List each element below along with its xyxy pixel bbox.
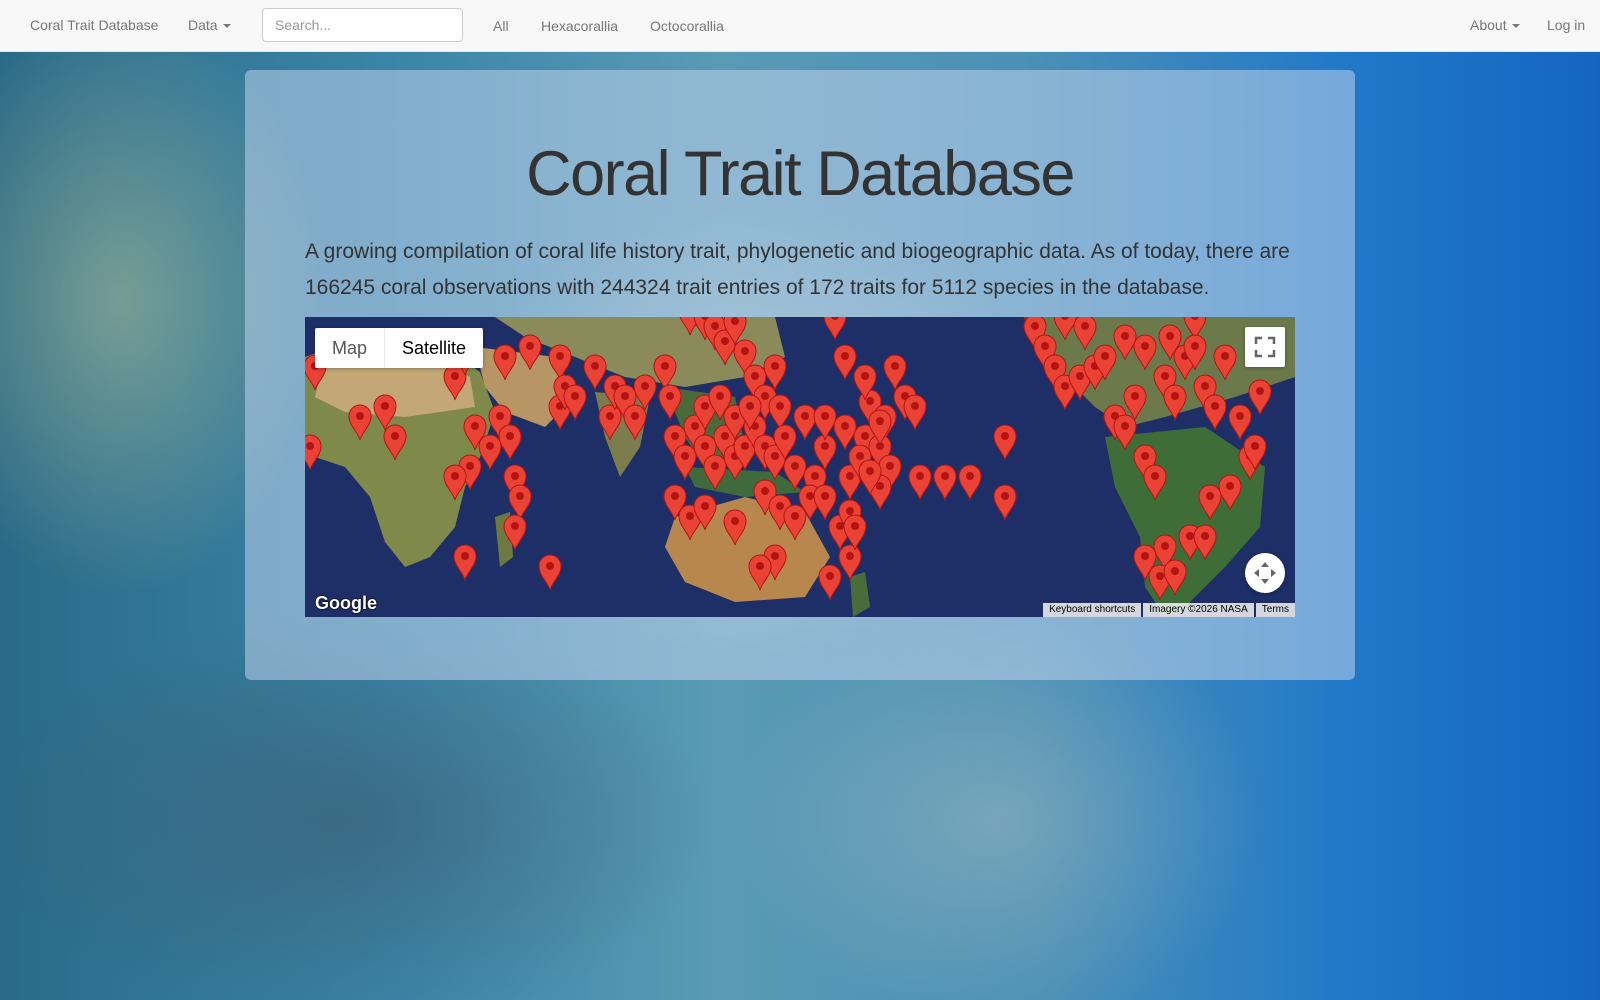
map-marker[interactable] (1242, 433, 1268, 471)
map-marker[interactable] (1202, 393, 1228, 431)
page-title: Coral Trait Database (526, 139, 1075, 209)
map-marker[interactable] (1052, 317, 1078, 341)
map-marker[interactable] (502, 513, 528, 551)
map-marker[interactable] (747, 553, 773, 591)
map-marker[interactable] (305, 433, 323, 471)
map-marker[interactable] (562, 383, 588, 421)
map-marker[interactable] (957, 463, 983, 501)
navbar: Coral Trait Database Data All Hexacorall… (0, 0, 1600, 52)
data-dropdown-label: Data (188, 17, 218, 33)
search-input[interactable] (262, 8, 463, 42)
map-marker[interactable] (382, 423, 408, 461)
map-marker[interactable] (452, 543, 478, 581)
map-marker[interactable] (822, 317, 848, 341)
map-marker[interactable] (1212, 343, 1238, 381)
map-marker[interactable] (1132, 333, 1158, 371)
map-marker[interactable] (657, 383, 683, 421)
map-marker[interactable] (692, 493, 718, 531)
filter-all-link[interactable]: All (493, 18, 509, 34)
camera-control-button[interactable] (1245, 553, 1285, 593)
map-marker[interactable] (347, 403, 373, 441)
world-map[interactable]: Map Satellite Google Keyboard shortcuts … (305, 317, 1295, 617)
map-marker[interactable] (1162, 558, 1188, 596)
map-marker[interactable] (1247, 378, 1273, 416)
terms-link[interactable]: Terms (1255, 603, 1295, 617)
map-marker[interactable] (492, 343, 518, 381)
map-marker[interactable] (907, 463, 933, 501)
about-dropdown[interactable]: About (1470, 17, 1520, 33)
fullscreen-button[interactable] (1245, 327, 1285, 367)
map-marker[interactable] (442, 463, 468, 501)
login-link[interactable]: Log in (1547, 17, 1585, 33)
map-marker[interactable] (992, 423, 1018, 461)
map-marker[interactable] (1162, 383, 1188, 421)
keyboard-shortcuts-link[interactable]: Keyboard shortcuts (1043, 603, 1142, 617)
map-type-map-button[interactable]: Map (315, 328, 384, 368)
map-marker[interactable] (902, 393, 928, 431)
filter-octocorallia-link[interactable]: Octocorallia (650, 18, 724, 34)
data-dropdown[interactable]: Data (188, 17, 231, 33)
about-dropdown-label: About (1470, 17, 1507, 33)
map-marker[interactable] (517, 333, 543, 371)
map-marker[interactable] (832, 343, 858, 381)
imagery-credit: Imagery ©2026 NASA (1143, 603, 1254, 617)
map-marker[interactable] (737, 393, 763, 431)
map-marker[interactable] (722, 508, 748, 546)
caret-down-icon (1511, 24, 1520, 29)
map-marker[interactable] (1197, 483, 1223, 521)
map-marker[interactable] (1192, 523, 1218, 561)
map-marker[interactable] (1157, 323, 1183, 361)
map-type-satellite-button[interactable]: Satellite (384, 328, 483, 368)
fullscreen-icon (1254, 336, 1276, 358)
map-marker[interactable] (867, 408, 893, 446)
brand-link[interactable]: Coral Trait Database (30, 17, 158, 33)
map-marker[interactable] (497, 423, 523, 461)
map-marker[interactable] (857, 458, 883, 496)
map-marker[interactable] (1142, 463, 1168, 501)
map-marker[interactable] (762, 353, 788, 391)
map-marker[interactable] (842, 513, 868, 551)
google-logo: Google (315, 593, 377, 613)
map-type-control: Map Satellite (315, 328, 484, 368)
map-marker[interactable] (1182, 333, 1208, 371)
map-marker[interactable] (537, 553, 563, 591)
map-marker[interactable] (932, 463, 958, 501)
map-attribution: Keyboard shortcuts Imagery ©2026 NASA Te… (1041, 603, 1295, 617)
caret-down-icon (222, 24, 231, 29)
filter-hexacorallia-link[interactable]: Hexacorallia (541, 18, 618, 34)
camera-move-icon (1254, 562, 1276, 584)
map-marker[interactable] (992, 483, 1018, 521)
map-marker[interactable] (1122, 383, 1148, 421)
intro-text: A growing compilation of coral life hist… (305, 240, 1290, 299)
